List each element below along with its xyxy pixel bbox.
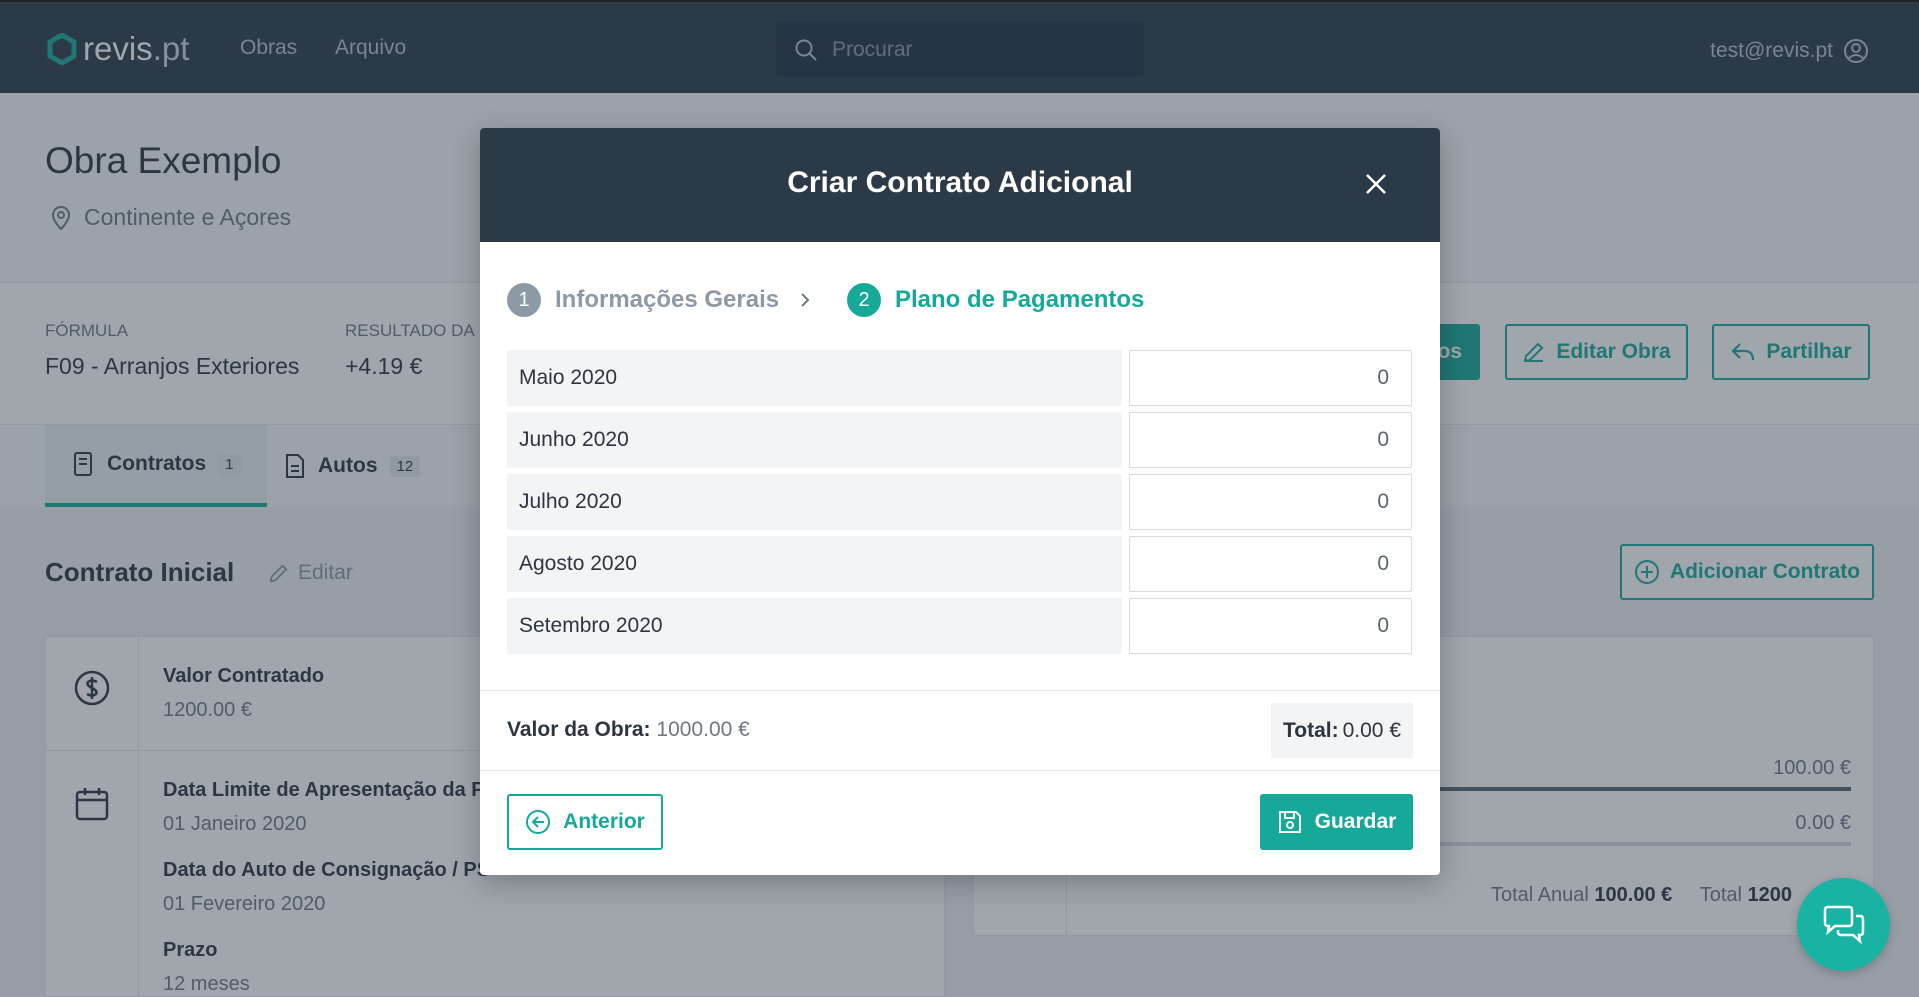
modal-title: Criar Contrato Adicional: [787, 166, 1133, 199]
floppy-disk-icon: [1278, 811, 1301, 833]
payment-amount-input[interactable]: [1129, 598, 1412, 654]
arrow-left-circle-icon: [526, 810, 551, 834]
save-button[interactable]: Guardar: [1260, 794, 1413, 850]
payment-month-label: Agosto 2020: [507, 536, 1122, 592]
payment-row: Maio 2020: [507, 350, 1412, 406]
step-2-number: 2: [847, 283, 881, 317]
step-1-label: Informações Gerais: [555, 286, 780, 313]
valor-obra: Valor da Obra: 1000.00 €: [507, 718, 750, 742]
payment-month-label: Maio 2020: [507, 350, 1122, 406]
total-box: Total: 0.00 €: [1271, 703, 1413, 758]
close-icon[interactable]: [1360, 168, 1392, 200]
step-informacoes-gerais[interactable]: 1 Informações Gerais: [507, 283, 779, 317]
total-label: Total:: [1283, 718, 1339, 742]
modal-header: Criar Contrato Adicional: [480, 128, 1440, 242]
payment-row: Setembro 2020: [507, 598, 1412, 654]
save-label: Guardar: [1314, 810, 1397, 833]
payment-row: Agosto 2020: [507, 536, 1412, 592]
payment-amount-input[interactable]: [1129, 536, 1412, 592]
modal-divider: [480, 770, 1440, 771]
modal-divider: [480, 690, 1440, 691]
chat-bubbles-icon: [1823, 905, 1864, 944]
step-2-label: Plano de Pagamentos: [895, 286, 1145, 313]
payment-month-label: Julho 2020: [507, 474, 1122, 530]
valor-obra-value: 1000.00 €: [656, 718, 750, 741]
step-1-number: 1: [507, 283, 541, 317]
payment-amount-input[interactable]: [1129, 412, 1412, 468]
valor-obra-label: Valor da Obra:: [507, 718, 651, 741]
chat-button[interactable]: [1797, 878, 1890, 971]
step-plano-pagamentos[interactable]: 2 Plano de Pagamentos: [847, 283, 1144, 317]
create-contract-modal: Criar Contrato Adicional 1 Informações G…: [480, 128, 1440, 875]
payment-amount-input[interactable]: [1129, 350, 1412, 406]
previous-button[interactable]: Anterior: [507, 794, 663, 850]
payment-row: Junho 2020: [507, 412, 1412, 468]
total-value: 0.00 €: [1342, 718, 1401, 742]
previous-label: Anterior: [563, 810, 645, 833]
payment-row: Julho 2020: [507, 474, 1412, 530]
payment-month-label: Junho 2020: [507, 412, 1122, 468]
chevron-right-icon: [801, 293, 810, 307]
payment-month-label: Setembro 2020: [507, 598, 1122, 654]
payment-amount-input[interactable]: [1129, 474, 1412, 530]
